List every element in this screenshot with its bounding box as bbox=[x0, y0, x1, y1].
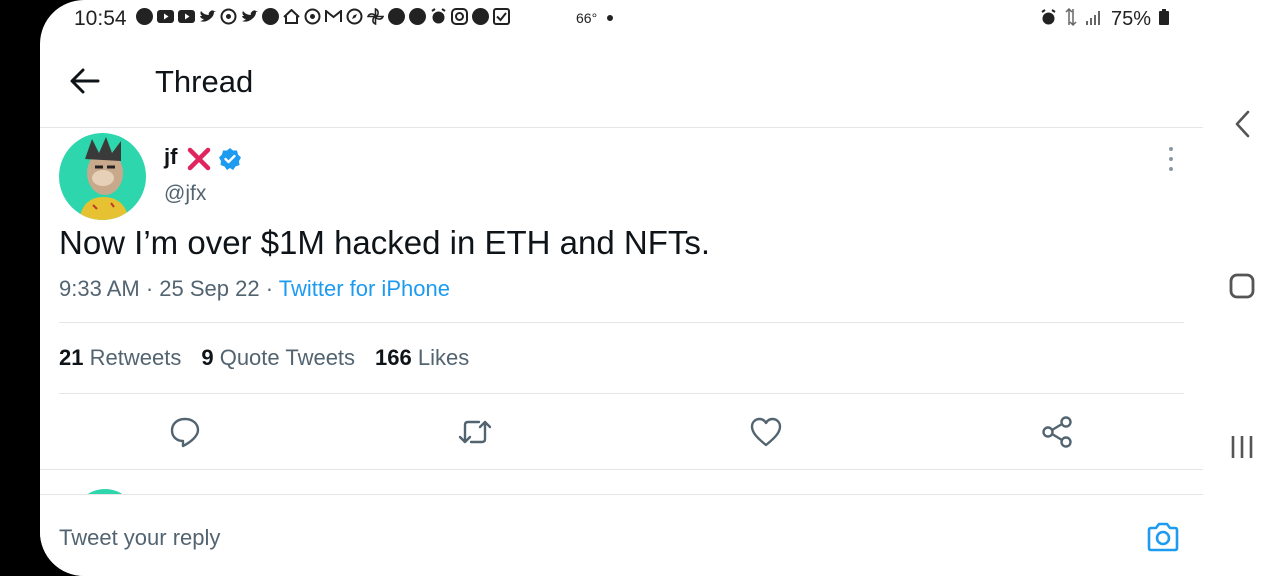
twitter-bird-icon bbox=[199, 8, 216, 25]
quote-tweets-label: Quote Tweets bbox=[219, 345, 356, 370]
reply-composer: Tweet your reply bbox=[40, 494, 1203, 576]
more-notifications-dot bbox=[607, 15, 613, 21]
quote-tweets-count: 9 bbox=[201, 345, 214, 370]
checkbox-icon bbox=[493, 8, 510, 25]
share-button[interactable] bbox=[1039, 414, 1075, 450]
status-bar: 10:54 66° 75% bbox=[40, 0, 1203, 40]
user-handle[interactable]: @jfx bbox=[164, 182, 206, 206]
nav-home-button[interactable] bbox=[1203, 270, 1280, 302]
quote-tweets-stat[interactable]: 9 Quote Tweets bbox=[201, 345, 355, 371]
like-button[interactable] bbox=[748, 414, 784, 450]
retweets-count: 21 bbox=[59, 345, 84, 370]
camera-icon bbox=[1147, 522, 1179, 552]
android-navigation-bar bbox=[1203, 0, 1280, 576]
square-icon bbox=[1229, 273, 1254, 299]
arrow-left-icon bbox=[70, 68, 100, 94]
battery-percent: 75% bbox=[1110, 8, 1151, 30]
battery-icon bbox=[1159, 9, 1169, 30]
tweet-source-link[interactable]: Twitter for iPhone bbox=[279, 276, 450, 301]
likes-count: 166 bbox=[375, 345, 412, 370]
tweet-date: 25 Sep 22 bbox=[159, 276, 260, 301]
divider bbox=[59, 393, 1184, 394]
reply-button[interactable] bbox=[167, 414, 203, 450]
likes-label: Likes bbox=[417, 345, 470, 370]
youtube-icon bbox=[178, 8, 195, 25]
tweet-time: 9:33 AM bbox=[59, 276, 140, 301]
recents-icon bbox=[1231, 436, 1252, 458]
divider bbox=[59, 322, 1184, 323]
camera-button[interactable] bbox=[1145, 519, 1181, 555]
compass-icon bbox=[346, 8, 363, 25]
heart-icon bbox=[750, 417, 782, 447]
alarm-icon bbox=[430, 8, 447, 25]
data-transfer-icon bbox=[1065, 7, 1077, 32]
tweet-meta: 9:33 AM · 25 Sep 22 · Twitter for iPhone bbox=[59, 276, 450, 301]
facebook-icon bbox=[262, 8, 279, 25]
nav-recents-button[interactable] bbox=[1203, 432, 1280, 462]
kebab-menu-icon bbox=[1169, 147, 1173, 151]
app-badge-icon bbox=[409, 8, 426, 25]
notification-icons bbox=[136, 8, 510, 25]
system-status: 75% bbox=[1040, 7, 1169, 32]
more-options-button[interactable] bbox=[1160, 147, 1182, 171]
verified-badge-icon bbox=[219, 148, 241, 170]
retweets-stat[interactable]: 21 Retweets bbox=[59, 345, 181, 371]
thread-header: Thread bbox=[40, 40, 1203, 128]
retweet-button[interactable] bbox=[457, 414, 493, 450]
alarm-icon bbox=[1040, 8, 1057, 31]
app-screen: 10:54 66° 75% Thread jf @jfx Now I’m ove… bbox=[40, 0, 1203, 576]
display-name[interactable]: jf bbox=[164, 144, 177, 170]
share-icon bbox=[1042, 416, 1072, 448]
red-x-emoji-icon bbox=[187, 147, 211, 171]
app-badge-icon bbox=[388, 8, 405, 25]
chevron-left-icon bbox=[1235, 110, 1249, 138]
weather-temp: 66° bbox=[576, 10, 598, 26]
tweet-text: Now I’m over $1M hacked in ETH and NFTs. bbox=[59, 224, 711, 261]
back-button[interactable] bbox=[68, 64, 102, 98]
pinwheel-icon bbox=[367, 8, 384, 25]
youtube-icon bbox=[157, 8, 174, 25]
retweet-icon bbox=[458, 420, 492, 444]
page-title: Thread bbox=[155, 64, 254, 99]
comment-bubble-icon bbox=[170, 417, 200, 448]
nav-back-button[interactable] bbox=[1203, 108, 1280, 140]
home-app-icon bbox=[283, 8, 300, 25]
signal-icon bbox=[1085, 9, 1103, 30]
facebook-icon bbox=[136, 8, 153, 25]
twitter-bird-icon bbox=[241, 8, 258, 25]
eye-icon bbox=[220, 8, 237, 25]
reply-input[interactable]: Tweet your reply bbox=[59, 525, 220, 551]
tweet-stats: 21 Retweets 9 Quote Tweets 166 Likes bbox=[59, 345, 469, 371]
eye-icon bbox=[304, 8, 321, 25]
gmail-icon bbox=[325, 8, 342, 25]
likes-stat[interactable]: 166 Likes bbox=[375, 345, 469, 371]
app-badge-icon bbox=[472, 8, 489, 25]
instagram-icon bbox=[451, 8, 468, 25]
retweets-label: Retweets bbox=[89, 345, 182, 370]
status-time: 10:54 bbox=[74, 7, 127, 30]
avatar[interactable] bbox=[59, 133, 146, 220]
divider bbox=[40, 469, 1203, 470]
